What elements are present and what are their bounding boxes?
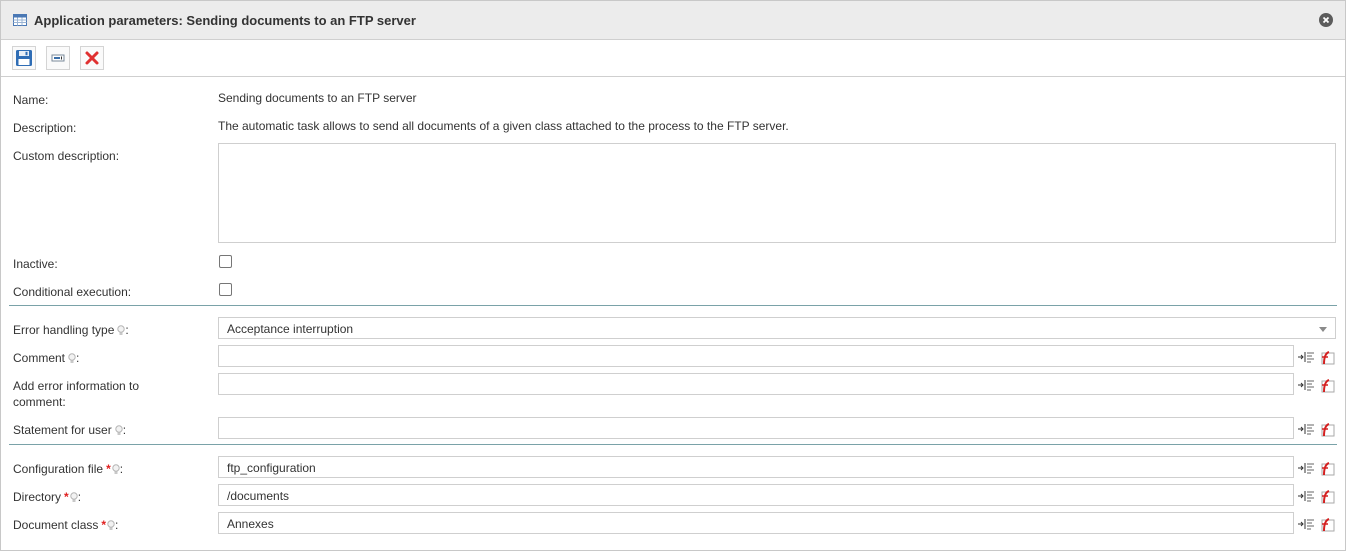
- statement-actions: [1298, 422, 1338, 438]
- custom-description-textarea[interactable]: [218, 143, 1336, 243]
- config-file-label: Configuration file *:: [13, 461, 123, 479]
- insert-variable-icon[interactable]: [1298, 517, 1315, 534]
- lightbulb-icon[interactable]: [112, 463, 120, 479]
- colon: :: [122, 423, 127, 437]
- custom-description-label: Custom description:: [13, 149, 120, 163]
- colon: :: [119, 462, 124, 476]
- comment-label-text: Comment: [13, 351, 66, 365]
- properties-button[interactable]: [46, 46, 70, 70]
- lightbulb-icon[interactable]: [107, 519, 115, 535]
- error-handling-select[interactable]: Acceptance interruption: [218, 317, 1336, 339]
- directory-label: Directory *:: [13, 489, 81, 507]
- save-button[interactable]: [12, 46, 36, 70]
- colon: :: [115, 518, 119, 532]
- required-asterisk: *: [64, 490, 69, 504]
- title-bar: Application parameters: Sending document…: [1, 1, 1345, 40]
- red-x-icon: [85, 51, 99, 65]
- app-parameters-window: Application parameters: Sending document…: [0, 0, 1346, 551]
- add-error-actions: [1298, 378, 1338, 394]
- function-icon[interactable]: [1319, 517, 1335, 535]
- insert-variable-icon[interactable]: [1298, 461, 1315, 478]
- name-label: Name:: [13, 93, 49, 107]
- config-file-actions: [1298, 461, 1338, 477]
- delete-button[interactable]: [80, 46, 104, 70]
- colon: :: [77, 490, 82, 504]
- directory-actions: [1298, 489, 1338, 505]
- config-file-label-text: Configuration file: [13, 462, 104, 476]
- description-label: Description:: [13, 121, 77, 135]
- document-class-label: Document class *:: [13, 517, 118, 535]
- function-icon[interactable]: [1319, 489, 1335, 507]
- add-error-label-line1: Add error information to: [13, 379, 140, 393]
- config-file-input[interactable]: ftp_configuration: [218, 456, 1294, 478]
- colon: :: [76, 351, 80, 365]
- required-asterisk: *: [106, 462, 111, 476]
- insert-variable-icon[interactable]: [1298, 350, 1315, 367]
- name-value: Sending documents to an FTP server: [218, 91, 417, 105]
- function-icon[interactable]: [1319, 422, 1335, 440]
- inactive-label: Inactive:: [13, 257, 58, 271]
- chevron-down-icon: [1319, 327, 1327, 332]
- directory-input[interactable]: /documents: [218, 484, 1294, 506]
- document-class-input[interactable]: Annexes: [218, 512, 1294, 534]
- error-handling-selected-value: Acceptance interruption: [227, 322, 354, 336]
- function-icon[interactable]: [1319, 350, 1335, 368]
- lightbulb-icon[interactable]: [68, 352, 76, 368]
- document-class-actions: [1298, 517, 1338, 533]
- required-asterisk: *: [101, 518, 107, 532]
- insert-variable-icon[interactable]: [1298, 422, 1315, 439]
- error-handling-label: Error handling type:: [13, 322, 129, 340]
- section-divider: [9, 305, 1337, 306]
- comment-input[interactable]: [218, 345, 1294, 367]
- form-icon: [51, 54, 65, 62]
- floppy-disk-icon: [16, 50, 32, 66]
- add-error-info-input[interactable]: [218, 373, 1294, 395]
- section-divider: [9, 444, 1337, 445]
- colon: :: [125, 323, 129, 337]
- comment-actions: [1298, 350, 1338, 366]
- insert-variable-icon[interactable]: [1298, 378, 1315, 395]
- window-title: Application parameters: Sending document…: [34, 13, 416, 28]
- inactive-checkbox[interactable]: [219, 255, 232, 268]
- lightbulb-icon[interactable]: [69, 491, 78, 507]
- statement-label: Statement for user:: [13, 422, 126, 440]
- error-handling-label-text: Error handling type: [13, 323, 115, 337]
- insert-variable-icon[interactable]: [1298, 489, 1315, 506]
- function-icon[interactable]: [1319, 461, 1335, 479]
- description-value: The automatic task allows to send all do…: [218, 119, 789, 133]
- statement-input[interactable]: [218, 417, 1294, 439]
- close-icon[interactable]: [1319, 13, 1333, 27]
- conditional-execution-label: Conditional execution:: [13, 285, 132, 299]
- add-error-label-line2: comment:: [13, 395, 66, 409]
- add-error-label: Add error information to comment:: [13, 378, 139, 410]
- conditional-execution-checkbox[interactable]: [219, 283, 232, 296]
- document-class-label-text: Document class: [13, 518, 99, 532]
- directory-label-text: Directory: [13, 490, 62, 504]
- comment-label: Comment:: [13, 350, 79, 368]
- table-icon: [13, 14, 27, 26]
- function-icon[interactable]: [1319, 378, 1335, 396]
- toolbar: [1, 40, 1345, 77]
- lightbulb-icon[interactable]: [115, 424, 123, 440]
- statement-label-text: Statement for user: [13, 423, 112, 437]
